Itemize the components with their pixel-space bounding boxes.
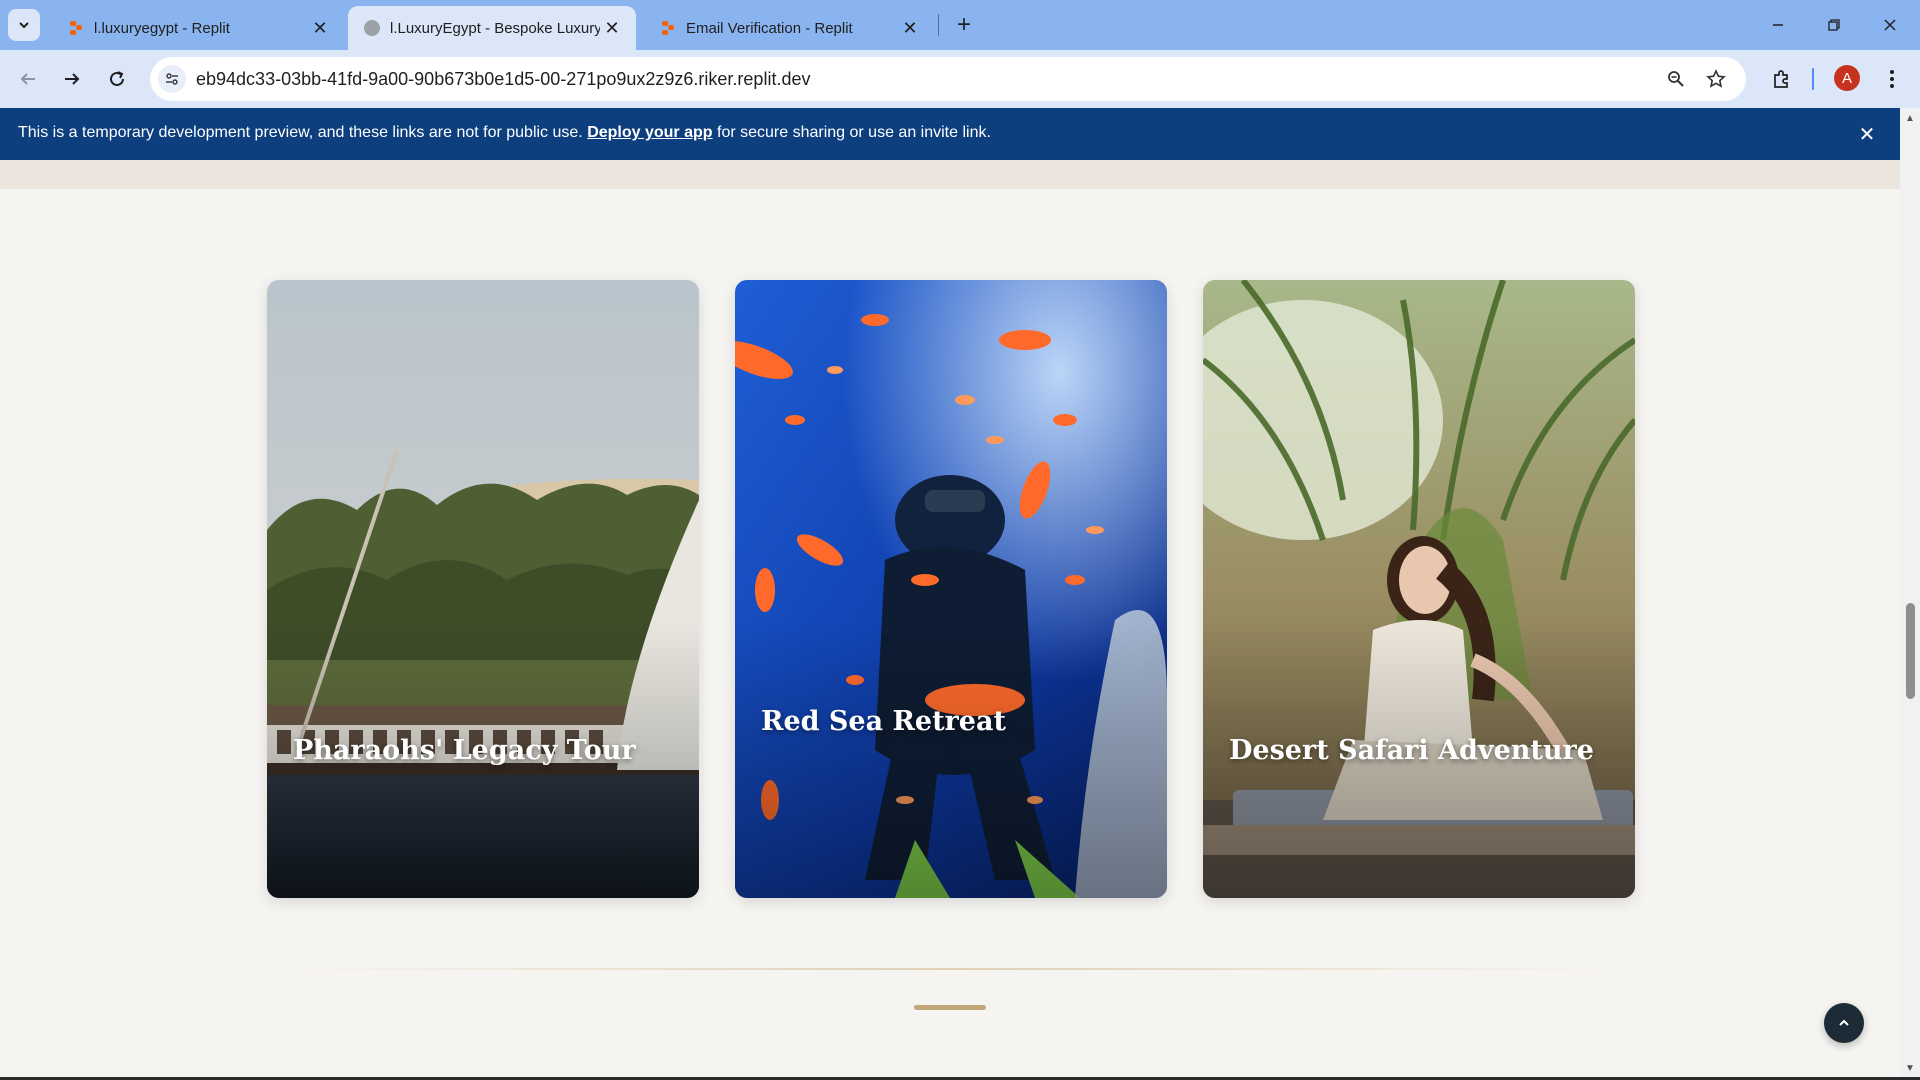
minimize-icon bbox=[1773, 24, 1783, 26]
reload-icon bbox=[110, 71, 124, 86]
page-scrollbar[interactable]: ▲ ▼ bbox=[1900, 108, 1920, 1080]
back-button[interactable] bbox=[12, 63, 44, 95]
tab-separator bbox=[938, 14, 939, 36]
close-tab-icon[interactable]: ✕ bbox=[898, 16, 922, 40]
banner-close-icon[interactable]: ✕ bbox=[1855, 122, 1879, 146]
card-title: Red Sea Retreat bbox=[761, 706, 1006, 737]
scroll-to-top-button[interactable] bbox=[1824, 1003, 1864, 1043]
restore-button[interactable] bbox=[1806, 0, 1862, 50]
new-tab-button[interactable]: + bbox=[950, 11, 978, 39]
close-tab-icon[interactable]: ✕ bbox=[308, 16, 332, 40]
extensions-button[interactable] bbox=[1765, 63, 1797, 95]
url-text[interactable]: eb94dc33-03bb-41fd-9a00-90b673b0e1d5-00-… bbox=[196, 69, 810, 90]
replit-icon bbox=[68, 20, 84, 36]
card-title: Pharaohs' Legacy Tour bbox=[293, 735, 636, 766]
tour-card-pharaohs-legacy[interactable]: Pharaohs' Legacy Tour bbox=[267, 280, 699, 898]
site-info-button[interactable] bbox=[158, 65, 186, 93]
arrow-left-icon bbox=[20, 73, 35, 85]
bookmark-button[interactable] bbox=[1704, 67, 1728, 91]
scrollbar-thumb[interactable] bbox=[1906, 603, 1915, 699]
banner-message: This is a temporary development preview,… bbox=[18, 124, 991, 142]
dev-preview-banner: This is a temporary development preview,… bbox=[0, 108, 1900, 160]
page-viewport: This is a temporary development preview,… bbox=[0, 108, 1900, 1078]
tab-title: Email Verification - Replit bbox=[686, 19, 853, 37]
tab-email-verification[interactable]: Email Verification - Replit ✕ bbox=[644, 6, 934, 50]
tab-search-button[interactable] bbox=[8, 9, 40, 41]
chevron-up-icon bbox=[1839, 1019, 1849, 1026]
tune-icon bbox=[166, 73, 178, 85]
replit-icon bbox=[660, 20, 676, 36]
chrome-menu-button[interactable] bbox=[1876, 63, 1908, 95]
address-bar[interactable]: eb94dc33-03bb-41fd-9a00-90b673b0e1d5-00-… bbox=[150, 57, 1746, 101]
close-tab-icon[interactable]: ✕ bbox=[600, 16, 624, 40]
tab-luxuryegypt-replit[interactable]: l.luxuryegypt - Replit ✕ bbox=[52, 6, 344, 50]
scroll-up-arrow-icon[interactable]: ▲ bbox=[1904, 112, 1916, 124]
carousel-indicator[interactable] bbox=[914, 1005, 986, 1010]
profile-avatar[interactable]: A bbox=[1834, 65, 1860, 91]
banner-text-after: for secure sharing or use an invite link… bbox=[712, 124, 991, 141]
section-divider-line bbox=[290, 968, 1610, 970]
globe-icon bbox=[364, 20, 380, 36]
toolbar-divider bbox=[1812, 68, 1814, 90]
close-window-button[interactable] bbox=[1862, 0, 1918, 50]
kebab-menu-icon bbox=[1890, 70, 1894, 88]
tour-card-red-sea-retreat[interactable]: Red Sea Retreat bbox=[735, 280, 1167, 898]
tab-title: l.luxuryegypt - Replit bbox=[94, 19, 230, 37]
browser-toolbar: eb94dc33-03bb-41fd-9a00-90b673b0e1d5-00-… bbox=[0, 50, 1920, 108]
card-gradient-overlay bbox=[735, 619, 1167, 898]
tab-luxuryegypt-bespoke[interactable]: l.LuxuryEgypt - Bespoke Luxury ✕ bbox=[348, 6, 636, 50]
chevron-down-icon bbox=[19, 22, 29, 29]
tour-card-desert-safari[interactable]: Desert Safari Adventure bbox=[1203, 280, 1635, 898]
forward-button[interactable] bbox=[56, 63, 88, 95]
minimize-button[interactable] bbox=[1750, 0, 1806, 50]
close-icon bbox=[1884, 19, 1896, 31]
restore-icon bbox=[1828, 19, 1840, 31]
zoom-button[interactable] bbox=[1664, 67, 1688, 91]
section-divider-strip bbox=[0, 160, 1900, 189]
card-title: Desert Safari Adventure bbox=[1229, 735, 1594, 766]
star-icon bbox=[1706, 69, 1726, 88]
banner-text-before: This is a temporary development preview,… bbox=[18, 124, 588, 141]
tab-strip: l.luxuryegypt - Replit ✕ l.LuxuryEgypt -… bbox=[0, 0, 1920, 50]
reload-button[interactable] bbox=[101, 63, 133, 95]
zoom-icon bbox=[1668, 71, 1684, 87]
puzzle-icon bbox=[1774, 70, 1788, 88]
tab-title: l.LuxuryEgypt - Bespoke Luxury bbox=[390, 19, 600, 37]
deploy-app-link[interactable]: Deploy your app bbox=[587, 124, 712, 141]
arrow-right-icon bbox=[65, 73, 80, 85]
scroll-down-arrow-icon[interactable]: ▼ bbox=[1904, 1062, 1916, 1074]
